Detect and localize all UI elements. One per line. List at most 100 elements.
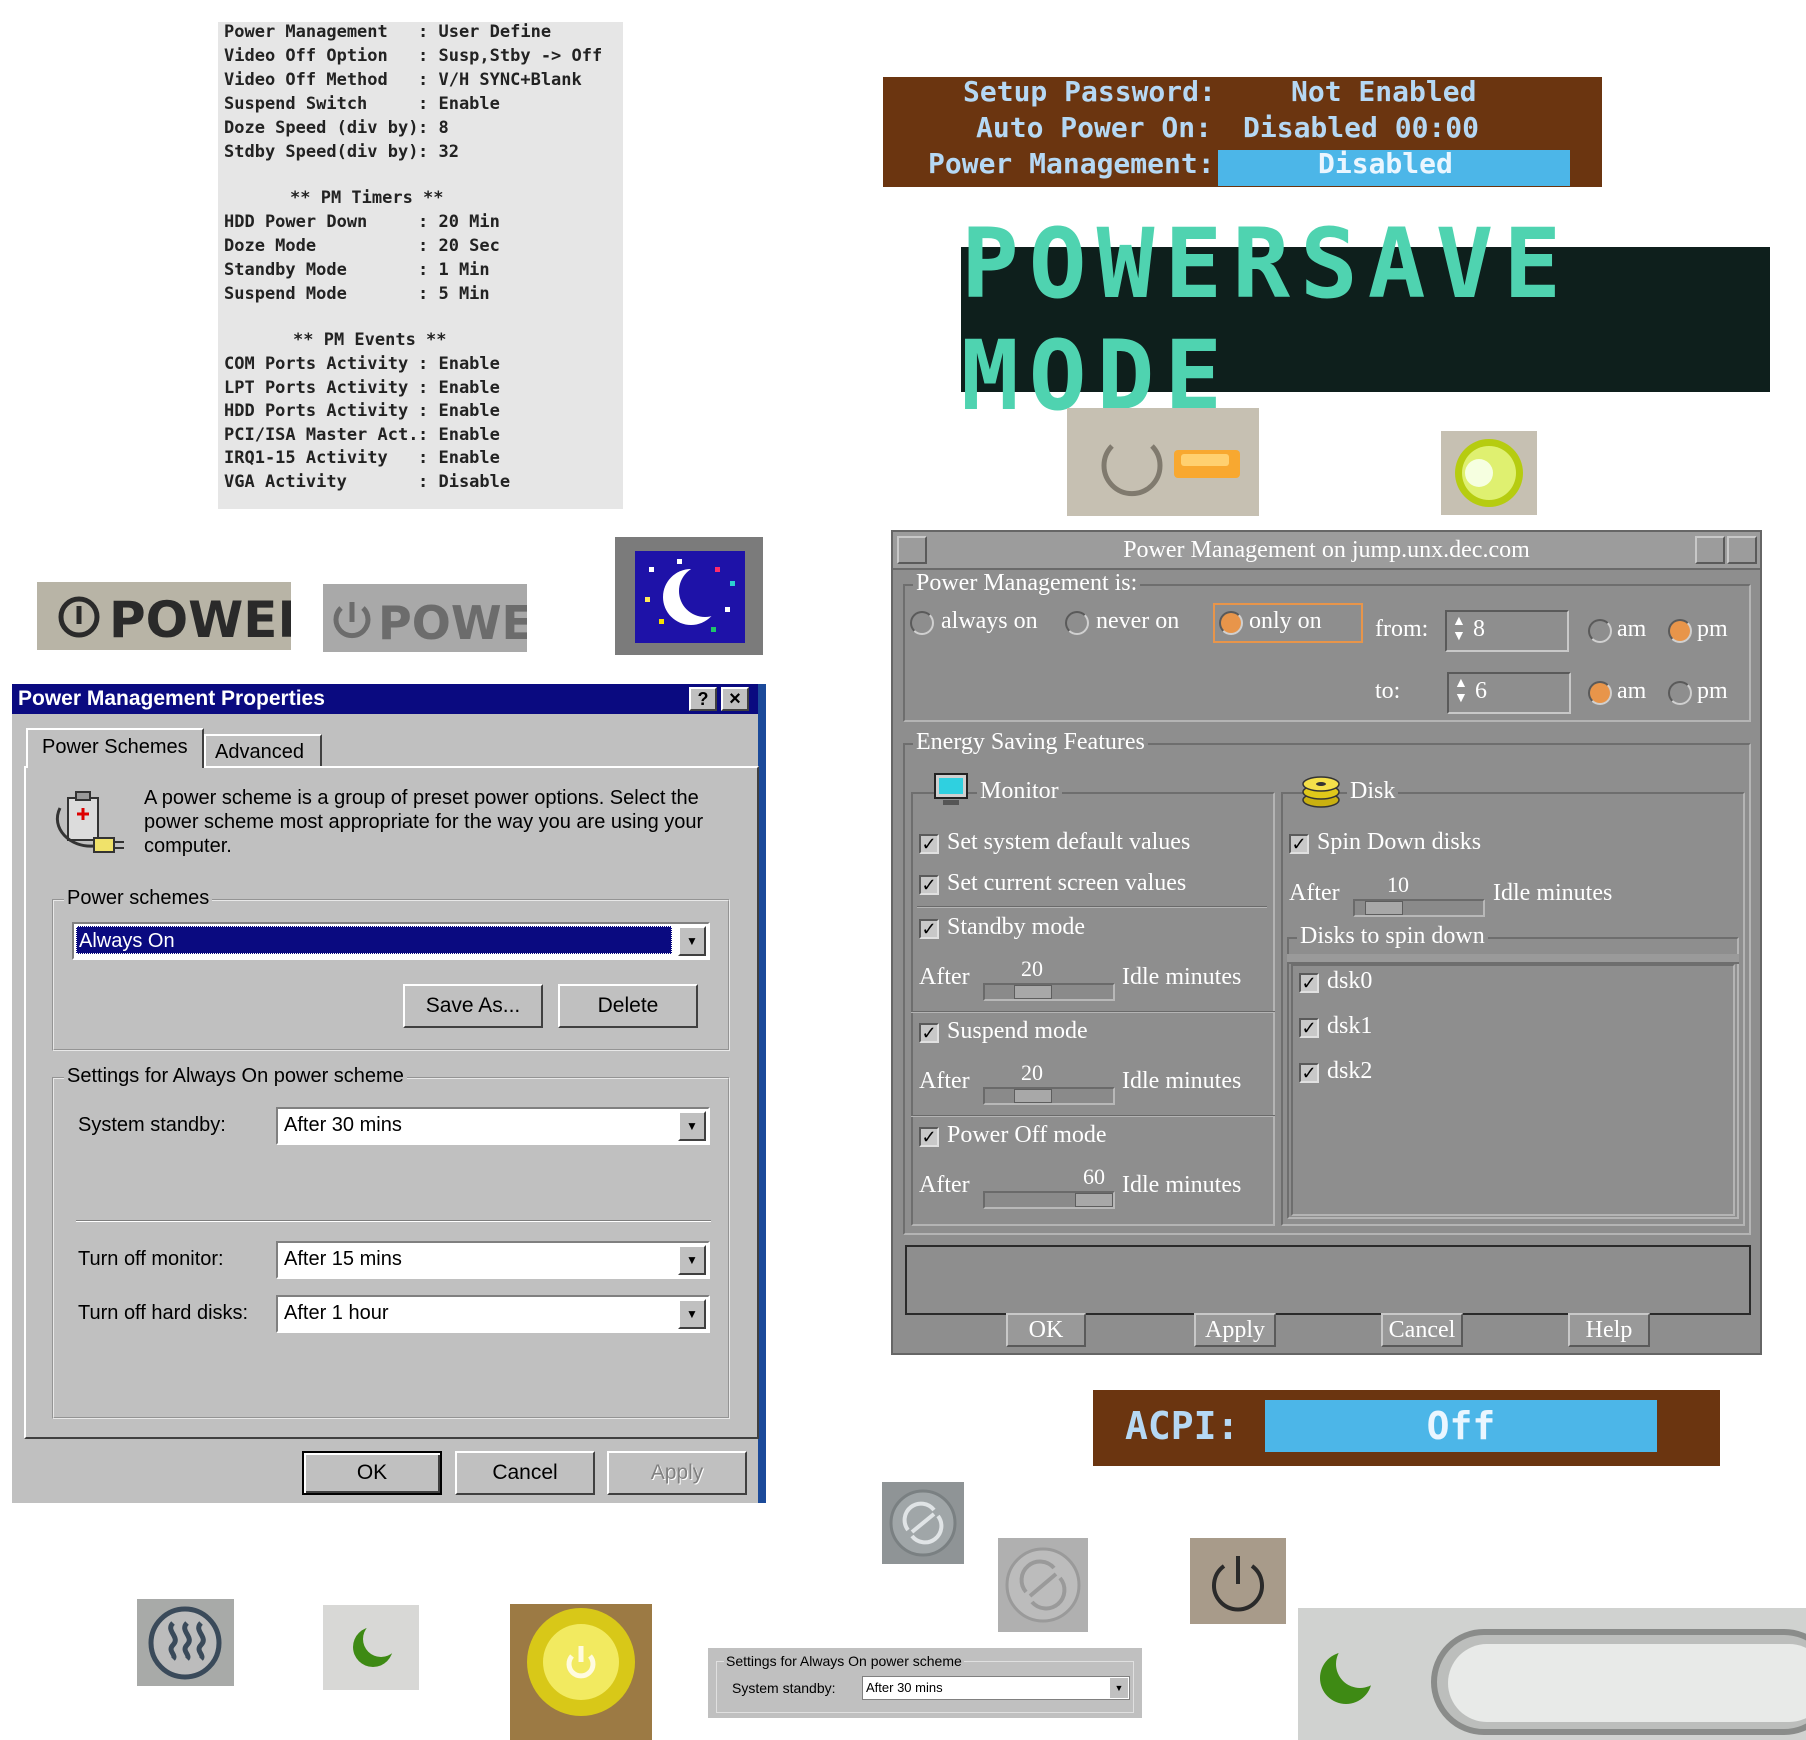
green-led-icon <box>1455 439 1523 507</box>
suspend-idle-label: Idle minutes <box>1122 1068 1242 1094</box>
settings-crop-dropdown[interactable]: After 30 mins ▼ <box>862 1676 1130 1700</box>
moon-button-photo <box>323 1605 419 1690</box>
power-ring-icon <box>1101 444 1240 497</box>
slider-thumb[interactable] <box>1075 1193 1113 1207</box>
power-plug-icon <box>55 791 124 853</box>
scheme-description: A power scheme is a group of preset powe… <box>144 787 704 857</box>
dsk2-checkbox[interactable]: ✓ <box>1299 1063 1319 1083</box>
to-spinbox[interactable]: ▲ ▼ 6 <box>1447 672 1571 714</box>
chevron-down-icon[interactable]: ▼ <box>678 1299 706 1329</box>
dsk0-checkbox[interactable]: ✓ <box>1299 973 1319 993</box>
chevron-down-icon[interactable]: ▼ <box>678 926 706 956</box>
to-pm-radio[interactable] <box>1668 681 1692 705</box>
disk-slider[interactable] <box>1353 899 1485 917</box>
bios-setting-name: Standby Mode <box>224 260 347 280</box>
chevron-down-icon[interactable]: ▼ <box>1110 1678 1128 1698</box>
suspend-mode-checkbox[interactable]: ✓ <box>919 1023 939 1043</box>
tab-advanced[interactable]: Advanced <box>204 734 322 768</box>
spin-arrows-icon[interactable]: ▲ ▼ <box>1454 676 1468 706</box>
window-edge <box>758 684 766 1503</box>
turn-off-disks-dropdown[interactable]: After 1 hour ▼ <box>276 1295 710 1333</box>
tab-label: Advanced <box>215 741 304 763</box>
delete-button[interactable]: Delete <box>558 984 698 1028</box>
spin-arrows-icon[interactable]: ▲ ▼ <box>1452 614 1466 644</box>
bios-setting-name: Video Off Method <box>224 70 388 90</box>
apply-button[interactable]: Apply <box>607 1451 747 1495</box>
bios-setting-name: Suspend Mode <box>224 284 347 304</box>
spin-down-disks-checkbox[interactable]: ✓ <box>1289 834 1309 854</box>
standby-icon <box>1005 1547 1081 1623</box>
power-off-mode-checkbox[interactable]: ✓ <box>919 1127 939 1147</box>
bios-setting-name: Doze Mode <box>224 236 317 256</box>
slider-thumb[interactable] <box>1014 1089 1052 1103</box>
divider <box>917 906 1267 908</box>
to-am-label: am <box>1617 678 1647 704</box>
bios-setting-name: VGA Activity <box>224 471 347 492</box>
energy-saving-group-label: Energy Saving Features <box>913 729 1148 756</box>
bios-setting-value: : 8 <box>418 118 449 138</box>
suspend-after-label: After <box>919 1068 970 1094</box>
power-mgmt-value: Disabled <box>1318 147 1453 180</box>
to-am-radio[interactable] <box>1588 681 1612 705</box>
settings-crop-group-label: Settings for Always On power scheme <box>724 1653 964 1669</box>
help-button[interactable]: ? <box>689 687 717 711</box>
chevron-down-icon[interactable]: ▼ <box>678 1111 706 1141</box>
from-pm-radio[interactable] <box>1668 619 1692 643</box>
bios-setting-value: : Enable <box>418 401 500 421</box>
maximize-button[interactable] <box>1727 536 1757 564</box>
suspend-slider[interactable] <box>983 1087 1115 1105</box>
bios-setting-name: Suspend Switch <box>224 94 368 114</box>
power-off-after-label: After <box>919 1172 970 1198</box>
bios-setting-value: : Susp,Stby -> Off <box>418 46 603 66</box>
power-off-slider[interactable] <box>983 1191 1115 1209</box>
from-am-radio[interactable] <box>1588 619 1612 643</box>
acpi-panel: ACPI: Off <box>1093 1390 1720 1466</box>
turn-off-disks-label: Turn off hard disks: <box>78 1302 249 1324</box>
motif-apply-button[interactable]: Apply <box>1194 1313 1276 1347</box>
motif-cancel-button[interactable]: Cancel <box>1381 1313 1463 1347</box>
turn-off-monitor-dropdown[interactable]: After 15 mins ▼ <box>276 1241 710 1279</box>
ok-button[interactable]: OK <box>302 1451 442 1495</box>
standby-mode-checkbox[interactable]: ✓ <box>919 919 939 939</box>
slider-thumb[interactable] <box>1014 985 1052 999</box>
to-value: 6 <box>1475 678 1487 704</box>
pm-is-group-label: Power Management is: <box>913 570 1141 597</box>
bios-power-screen: Power Management: User Define Video Off O… <box>218 22 623 509</box>
system-standby-dropdown[interactable]: After 30 mins ▼ <box>276 1107 710 1145</box>
tab-power-schemes[interactable]: Power Schemes <box>26 728 204 768</box>
minimize-button[interactable] <box>1695 536 1725 564</box>
sleep-button-photo <box>1298 1608 1806 1740</box>
power-mgmt-label: Power Management: <box>928 147 1215 180</box>
chevron-down-icon[interactable]: ▼ <box>678 1245 706 1275</box>
heat-symbol-photo <box>137 1599 234 1686</box>
power-led-icon <box>527 1608 635 1716</box>
power-label-1: POWER <box>109 591 291 649</box>
motif-ok-button[interactable]: OK <box>1006 1313 1086 1347</box>
power-scheme-dropdown[interactable]: Always On ▼ <box>72 922 710 960</box>
disk-after-label: After <box>1289 880 1340 906</box>
standby-slider[interactable] <box>983 983 1115 1001</box>
standby-button-photo-2 <box>998 1538 1088 1632</box>
never-on-radio[interactable] <box>1065 611 1089 635</box>
cancel-button[interactable]: Cancel <box>455 1451 595 1495</box>
slider-thumb[interactable] <box>1365 901 1403 915</box>
from-spinbox[interactable]: ▲ ▼ 8 <box>1445 610 1569 652</box>
always-on-radio[interactable] <box>910 611 934 635</box>
save-as-button[interactable]: Save As... <box>403 984 543 1028</box>
motif-help-button[interactable]: Help <box>1568 1313 1650 1347</box>
only-on-radio[interactable] <box>1219 611 1243 635</box>
power-schemes-group-label: Power schemes <box>64 887 213 910</box>
monitor-group-label: Monitor <box>977 778 1062 805</box>
window-menu-button[interactable] <box>897 536 927 564</box>
bios-setting-name: COM Ports Activity <box>224 354 409 374</box>
set-system-default-checkbox[interactable]: ✓ <box>919 834 939 854</box>
spin-down-disks-label: Spin Down disks <box>1317 829 1482 855</box>
power-label-photo-1: POWER <box>37 582 291 650</box>
close-button[interactable]: × <box>721 687 749 711</box>
set-current-screen-checkbox[interactable]: ✓ <box>919 875 939 895</box>
turn-off-disks-value: After 1 hour <box>284 1302 389 1324</box>
never-on-label: never on <box>1096 608 1180 634</box>
dsk1-checkbox[interactable]: ✓ <box>1299 1018 1319 1038</box>
from-pm-label: pm <box>1697 616 1728 642</box>
to-label: to: <box>1375 678 1401 704</box>
